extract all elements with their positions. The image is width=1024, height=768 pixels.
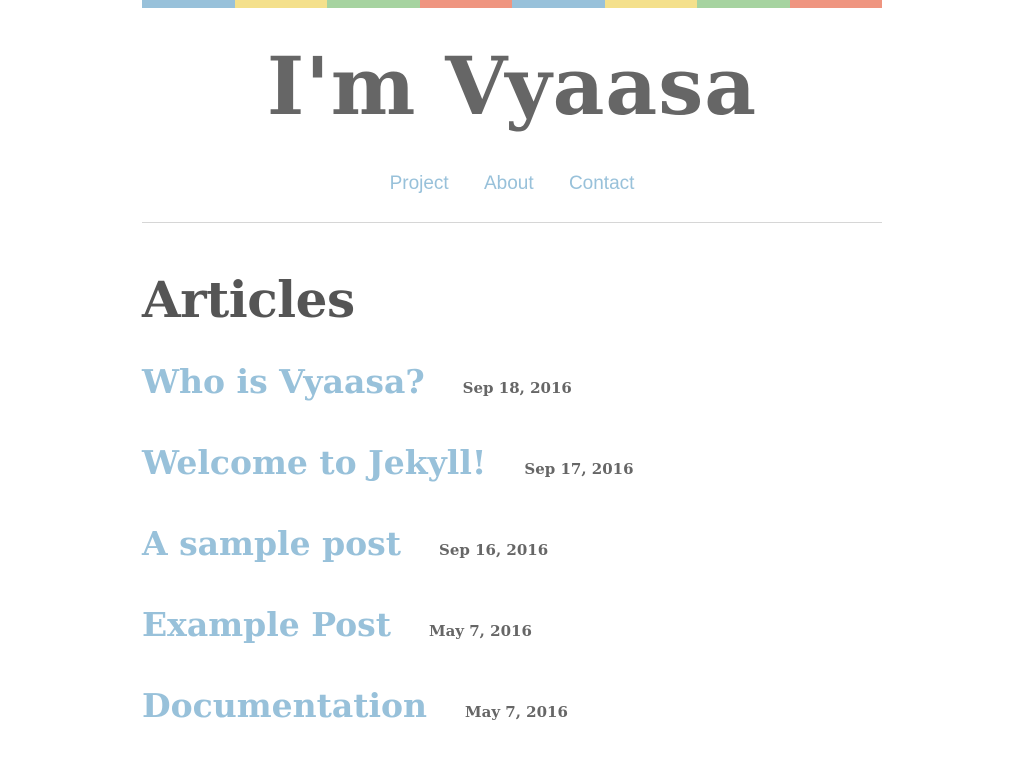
articles-heading: Articles bbox=[142, 270, 355, 329]
post-title-link[interactable]: A sample post bbox=[142, 522, 401, 566]
post-date: May 7, 2016 bbox=[465, 703, 568, 721]
post-title-link[interactable]: Documentation bbox=[142, 684, 427, 728]
color-stripe bbox=[142, 0, 882, 8]
stripe-segment bbox=[142, 0, 235, 8]
stripe-segment bbox=[419, 0, 512, 8]
stripe-segment bbox=[789, 0, 882, 8]
nav-link-project[interactable]: Project bbox=[390, 173, 449, 194]
nav-link-about[interactable]: About bbox=[484, 173, 534, 194]
page-container: I'm Vyaasa Project About Contact Article… bbox=[142, 0, 882, 725]
post-list: Who is Vyaasa? Sep 18, 2016 Welcome to Je… bbox=[142, 360, 882, 765]
header-divider bbox=[142, 222, 882, 223]
site-nav: Project About Contact bbox=[142, 171, 882, 197]
post-date: Sep 17, 2016 bbox=[524, 460, 634, 478]
list-item: Welcome to Jekyll! Sep 17, 2016 bbox=[142, 441, 882, 522]
post-title-link[interactable]: Example Post bbox=[142, 603, 391, 647]
stripe-segment bbox=[327, 0, 420, 8]
site-title[interactable]: I'm Vyaasa bbox=[142, 38, 882, 134]
stripe-segment bbox=[604, 0, 697, 8]
post-date: Sep 18, 2016 bbox=[462, 379, 572, 397]
post-date: May 7, 2016 bbox=[428, 622, 532, 640]
post-date: Sep 16, 2016 bbox=[438, 541, 549, 559]
stripe-segment bbox=[512, 0, 605, 8]
post-title-link[interactable]: Who is Vyaasa? bbox=[142, 360, 425, 404]
list-item: Documentation May 7, 2016 bbox=[142, 684, 882, 765]
list-item: Who is Vyaasa? Sep 18, 2016 bbox=[142, 360, 882, 441]
list-item: Example Post May 7, 2016 bbox=[142, 603, 882, 684]
list-item: A sample post Sep 16, 2016 bbox=[142, 522, 882, 603]
stripe-segment bbox=[234, 0, 327, 8]
stripe-segment bbox=[697, 0, 790, 8]
nav-link-contact[interactable]: Contact bbox=[569, 173, 634, 194]
post-title-link[interactable]: Welcome to Jekyll! bbox=[142, 441, 486, 485]
